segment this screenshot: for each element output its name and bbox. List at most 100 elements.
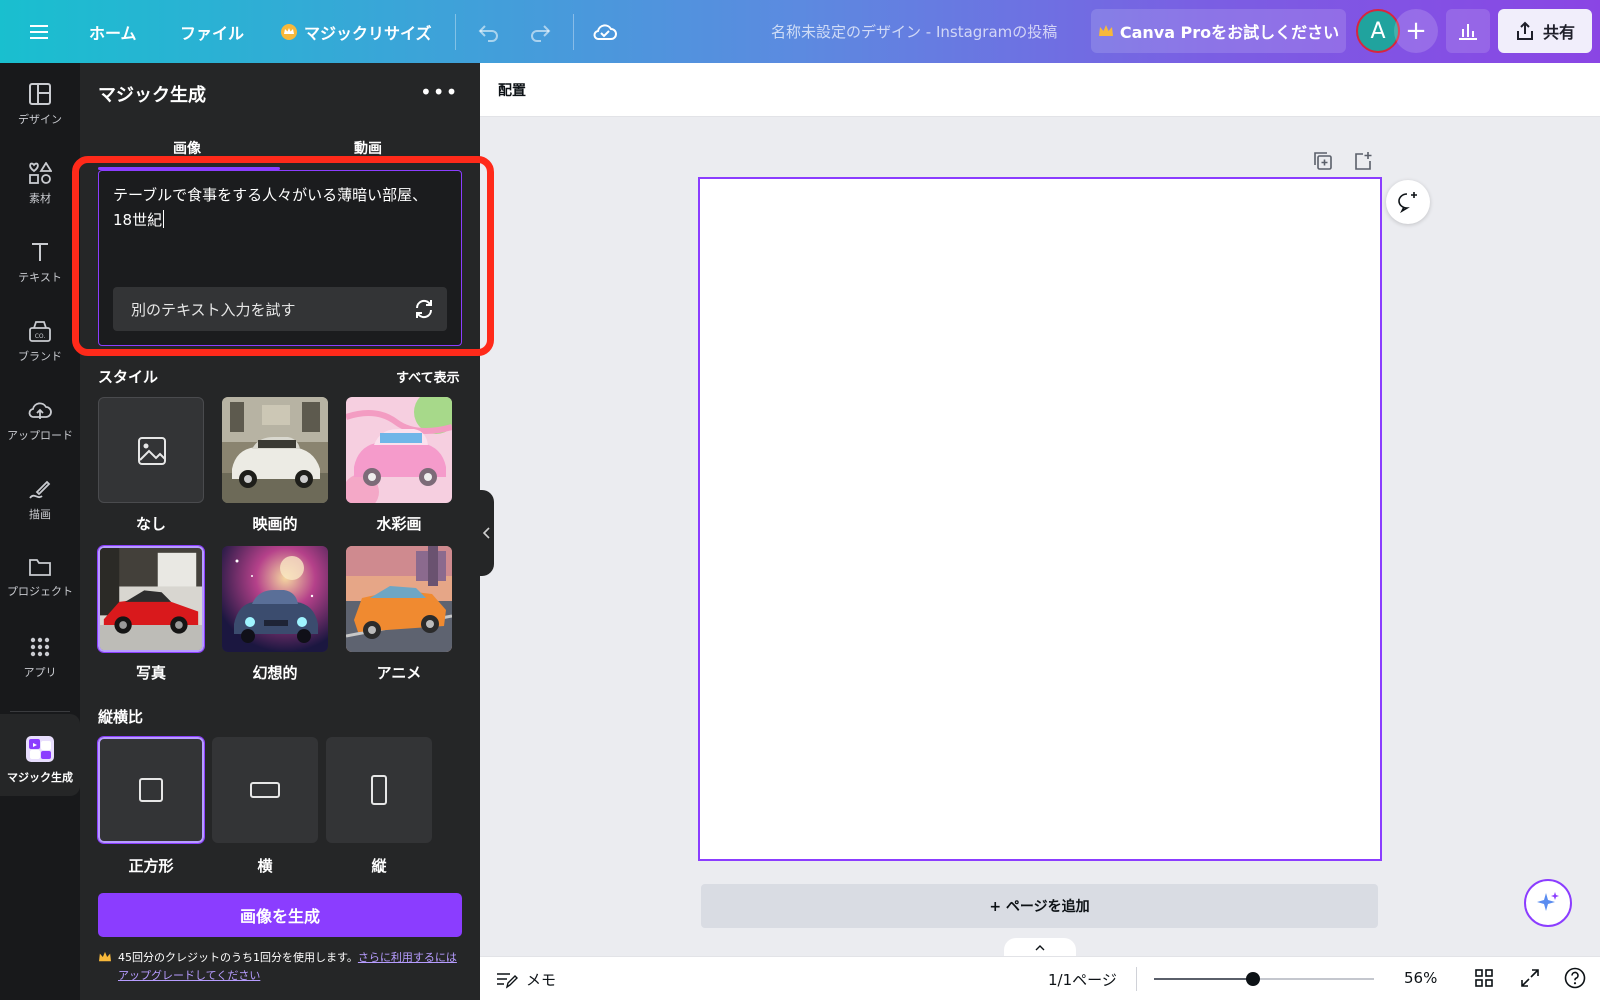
panel-title: マジック生成 — [98, 85, 206, 106]
tab-video[interactable]: 動画 — [354, 138, 382, 158]
style-label: 映画的 — [252, 515, 298, 533]
style-card-photo[interactable] — [97, 545, 205, 653]
duplicate-page-icon[interactable] — [1312, 150, 1334, 172]
pen-icon — [29, 480, 51, 499]
ratio-label: 正方形 — [128, 857, 174, 875]
rail-item-text[interactable]: テキスト — [0, 241, 80, 285]
chevron-left-icon — [483, 527, 490, 539]
style-label: 写真 — [135, 664, 166, 682]
rail-item-elements[interactable]: 素材 — [0, 162, 80, 206]
style-label: アニメ — [376, 664, 422, 682]
invite-plus-button[interactable]: + — [1394, 9, 1438, 53]
generate-image-button[interactable]: 画像を生成 — [98, 893, 462, 937]
zoom-slider-track[interactable] — [1154, 978, 1374, 980]
credit-notice: 45回分のクレジットのうち1回分を使用します。さらに利用するにはアップグレードし… — [98, 949, 462, 985]
anime-car-thumbnail — [346, 546, 452, 652]
grid-view-icon[interactable] — [1474, 968, 1494, 992]
design-page[interactable] — [698, 177, 1382, 861]
fullscreen-icon[interactable] — [1520, 968, 1540, 992]
rail-label: 素材 — [29, 192, 51, 205]
photo-car-thumbnail — [100, 548, 202, 650]
magic-resize-button[interactable]: マジックリサイズ — [280, 0, 432, 63]
ratio-label: 横 — [257, 857, 273, 875]
style-label: 水彩画 — [376, 515, 422, 533]
tab-image[interactable]: 画像 — [173, 138, 201, 158]
rail-label: アップロード — [7, 429, 73, 442]
portrait-icon — [371, 775, 387, 805]
page-count[interactable]: 1/1ページ — [1048, 969, 1117, 990]
notes-button[interactable]: メモ — [496, 969, 556, 990]
share-button[interactable]: 共有 — [1498, 9, 1592, 53]
folder-icon — [29, 559, 51, 576]
style-section-title: スタイル — [98, 368, 159, 386]
credit-text: 45回分のクレジットのうち1回分を使用します。 — [118, 951, 358, 964]
magic-sparkle-icon[interactable] — [1524, 879, 1572, 927]
rail-item-brand[interactable]: CO. ブランド — [0, 320, 80, 364]
crown-icon — [280, 23, 298, 41]
style-card-none[interactable] — [98, 397, 204, 503]
notes-label: メモ — [526, 971, 557, 989]
see-all-link[interactable]: すべて表示 — [396, 367, 460, 386]
divider — [455, 14, 456, 50]
ratio-landscape-button[interactable] — [212, 737, 318, 843]
apps-grid-icon — [30, 637, 50, 657]
chevron-up-icon — [1035, 945, 1045, 951]
ratio-square-button[interactable] — [97, 736, 205, 844]
magic-resize-label: マジックリサイズ — [304, 23, 432, 43]
more-options-icon[interactable]: ••• — [420, 80, 458, 104]
help-icon[interactable] — [1564, 967, 1586, 993]
add-page-icon[interactable] — [1352, 150, 1374, 172]
square-icon — [139, 778, 163, 802]
bottom-bar: メモ 1/1ページ 56% — [480, 956, 1600, 1000]
add-page-button[interactable]: + ページを追加 — [701, 884, 1378, 928]
rail-item-magic-generate[interactable]: マジック生成 — [0, 735, 80, 785]
rail-label: アプリ — [23, 666, 57, 679]
document-title[interactable]: 名称未設定のデザイン - Instagramの投稿 — [771, 0, 1057, 63]
collapse-panel-button[interactable] — [480, 490, 494, 576]
style-card-watercolor[interactable] — [346, 397, 452, 503]
zoom-slider-thumb[interactable] — [1245, 972, 1260, 986]
add-comment-icon[interactable] — [1386, 180, 1430, 224]
aspect-ratio-title: 縦横比 — [98, 708, 144, 726]
text-t-icon — [32, 243, 48, 261]
left-rail: デザイン 素材 テキスト CO. ブランド アップロード 描画 プロジェクト ア… — [0, 63, 80, 1000]
ratio-portrait-button[interactable] — [326, 737, 432, 843]
style-label: なし — [135, 515, 166, 533]
credit-text-wrapper: 45回分のクレジットのうち1回分を使用します。さらに利用するにはアップグレードし… — [118, 949, 462, 985]
pages-panel-toggle[interactable] — [1004, 938, 1076, 958]
style-card-anime[interactable] — [346, 546, 452, 652]
redo-icon[interactable] — [528, 0, 552, 63]
try-canva-pro-button[interactable]: Canva Proをお試しください — [1091, 9, 1346, 53]
rail-label: デザイン — [18, 113, 62, 126]
home-link[interactable]: ホーム — [89, 0, 137, 63]
rail-item-design[interactable]: デザイン — [0, 83, 80, 127]
zoom-slider-fill — [1154, 978, 1253, 980]
rail-label: マジック生成 — [7, 771, 73, 784]
context-toolbar: 配置 — [480, 63, 1600, 117]
rail-item-apps[interactable]: アプリ — [0, 636, 80, 680]
analytics-icon[interactable] — [1446, 9, 1490, 53]
rail-item-projects[interactable]: プロジェクト — [0, 557, 80, 599]
rail-label: テキスト — [18, 271, 62, 284]
rail-item-draw[interactable]: 描画 — [0, 478, 80, 522]
divider — [1136, 967, 1137, 991]
style-card-fantasy[interactable] — [222, 546, 328, 652]
undo-icon[interactable] — [477, 0, 501, 63]
rail-item-upload[interactable]: アップロード — [0, 399, 80, 443]
pro-label: Canva Proをお試しください — [1119, 23, 1340, 42]
position-button[interactable]: 配置 — [498, 80, 526, 100]
style-card-cinematic[interactable] — [222, 397, 328, 503]
share-label: 共有 — [1542, 23, 1575, 42]
watercolor-car-thumbnail — [346, 397, 452, 503]
cloud-saved-icon[interactable] — [592, 0, 618, 63]
ratio-label: 縦 — [371, 857, 387, 875]
zoom-percentage[interactable]: 56% — [1404, 969, 1437, 987]
notes-icon — [497, 972, 518, 989]
svg-text:CO.: CO. — [35, 333, 46, 340]
style-label: 幻想的 — [252, 664, 298, 682]
file-menu[interactable]: ファイル — [180, 0, 244, 63]
magic-media-icon — [26, 736, 54, 762]
rail-label: ブランド — [18, 350, 62, 363]
menu-icon[interactable] — [30, 0, 50, 63]
crown-icon — [98, 949, 112, 985]
